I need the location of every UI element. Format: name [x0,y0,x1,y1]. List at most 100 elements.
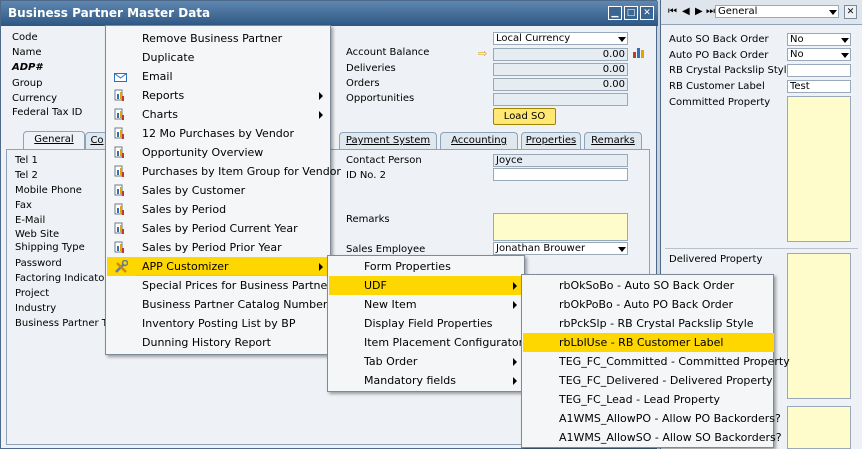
lead-property-field[interactable] [787,406,851,449]
sales-employee-select[interactable]: Jonathan Brouwer [493,242,628,255]
menu-item-sales-by-period-prior-year[interactable]: Sales by Period Prior Year [107,238,331,257]
bp-type-label: Business Partner Typ [15,318,119,329]
udf-item-a1wms-allowso-allow-so-backorders[interactable]: A1WMS_AllowSO - Allow SO Backorders? [523,428,782,447]
tab-payment-label: Payment System [345,135,431,146]
menu-item-app-customizer[interactable]: APP Customizer [107,257,331,276]
maximize-button[interactable]: □ [624,6,638,20]
udf-item-label: rbOkPoBo - Auto PO Back Order [559,298,734,311]
customizer-item-label: Form Properties [364,260,451,273]
menu-item-inventory-posting-list-by-bp[interactable]: Inventory Posting List by BP [107,314,331,333]
menu-item-business-partner-catalog-numbers[interactable]: Business Partner Catalog Numbers [107,295,333,314]
auto-so-select[interactable]: No [787,33,851,46]
auto-po-label: Auto PO Back Order [669,50,769,61]
customizer-item-label: Item Placement Configurator [364,336,524,349]
tab-contact-label: Co [90,135,104,146]
title-bar[interactable]: Business Partner Master Data ▁ □ ✕ [1,1,658,26]
tab-accounting[interactable]: Accounting [440,132,518,149]
udf-item-teg-fc-lead-lead-property[interactable]: TEG_FC_Lead - Lead Property [523,390,774,409]
udf-item-label: rbPckSlp - RB Crystal Packslip Style [559,317,754,330]
remarks-field[interactable] [493,213,628,241]
udf-item-rbpckslp-rb-crystal-packslip-style[interactable]: rbPckSlp - RB Crystal Packslip Style [523,314,774,333]
customizer-item-form-properties[interactable]: Form Properties [329,257,525,276]
crystal-packslip-field[interactable] [787,64,851,77]
udf-category-select[interactable]: General [715,5,839,18]
tab-general-label: General [34,134,74,145]
menu-item-dunning-history-report[interactable]: Dunning History Report [107,333,331,352]
udf-item-rboksobo-auto-so-back-order[interactable]: rbOkSoBo - Auto SO Back Order [523,276,774,295]
email-label: E-Mail [15,215,46,226]
tab-remarks-label: Remarks [591,135,635,146]
udf-item-a1wms-allowpo-allow-po-backorders[interactable]: A1WMS_AllowPO - Allow PO Backorders? [523,409,781,428]
chart-icon[interactable] [632,45,646,59]
next-record-icon[interactable]: ▶ [695,6,703,17]
udf-item-rbokpobo-auto-po-back-order[interactable]: rbOkPoBo - Auto PO Back Order [523,295,774,314]
last-record-icon[interactable]: ⏭ [706,6,715,17]
orders-field: 0.00 [493,78,628,91]
tab-properties[interactable]: Properties [521,132,581,149]
udf-item-label: rbLblUse - RB Customer Label [559,336,724,349]
panel-close-icon[interactable]: ✕ [844,5,857,19]
menu-item-charts[interactable]: Charts [107,105,331,124]
menu-item-label: Inventory Posting List by BP [142,317,296,330]
udf-item-label: rbOkSoBo - Auto SO Back Order [559,279,735,292]
customizer-item-label: Mandatory fields [364,374,456,387]
tab-general[interactable]: General [23,131,85,150]
menu-item-remove-business-partner[interactable]: Remove Business Partner [107,29,331,48]
customizer-item-mandatory-fields[interactable]: Mandatory fields [329,371,525,390]
customizer-item-display-field-properties[interactable]: Display Field Properties [329,314,525,333]
udf-item-teg-fc-delivered-delivered-property[interactable]: TEG_FC_Delivered - Delivered Property [523,371,774,390]
minimize-button[interactable]: ▁ [608,6,622,20]
customizer-item-item-placement-configurator[interactable]: Item Placement Configurator [329,333,525,352]
menu-item-sales-by-customer[interactable]: Sales by Customer [107,181,331,200]
menu-item-12-mo-purchases-by-vendor[interactable]: 12 Mo Purchases by Vendor [107,124,331,143]
auto-so-value: No [790,34,804,45]
customizer-item-udf[interactable]: UDF [329,276,525,295]
id-no-2-field[interactable] [493,168,628,181]
close-button[interactable]: ✕ [640,6,654,20]
menu-item-reports[interactable]: Reports [107,86,331,105]
dropdown-arrow-icon [618,37,626,42]
customizer-item-tab-order[interactable]: Tab Order [329,352,525,371]
udf-item-label: A1WMS_AllowPO - Allow PO Backorders? [559,412,781,425]
menu-item-sales-by-period-current-year[interactable]: Sales by Period Current Year [107,219,331,238]
tab-remarks[interactable]: Remarks [584,132,642,149]
contact-person-label: Contact Person [346,155,422,166]
udf-item-label: TEG_FC_Committed - Committed Property [559,355,790,368]
adp-label: ADP# [12,62,43,73]
customizer-item-label: New Item [364,298,417,311]
contact-person-field[interactable]: Joyce [493,154,628,167]
udf-submenu: rbOkSoBo - Auto SO Back Order rbOkPoBo - … [521,274,790,448]
currency-select[interactable]: Local Currency [493,32,628,45]
menu-item-email[interactable]: Email [107,67,331,86]
menu-item-special-prices-for-business-partners[interactable]: Special Prices for Business Partners [107,276,338,295]
app-customizer-submenu: Form Properties UDF New Item Display Field … [327,255,525,392]
report-icon [114,146,125,159]
menu-item-sales-by-period[interactable]: Sales by Period [107,200,331,219]
udf-item-teg-fc-committed-committed-property[interactable]: TEG_FC_Committed - Committed Property [523,352,790,371]
link-arrow-icon[interactable]: ⇨ [478,47,487,60]
customer-label-label: RB Customer Label [669,81,765,92]
context-menu: Remove Business Partner Duplicate Email Rep… [105,25,341,355]
delivered-property-label: Delivered Property [669,254,763,265]
previous-record-icon[interactable]: ◀ [682,6,690,17]
menu-item-label: Special Prices for Business Partners [142,279,338,292]
load-so-button[interactable]: Load SO [493,108,556,125]
auto-so-label: Auto SO Back Order [669,34,769,45]
tab-payment-system[interactable]: Payment System [339,132,437,149]
customizer-item-new-item[interactable]: New Item [329,295,525,314]
menu-item-purchases-by-item-group-for-vendor[interactable]: Purchases by Item Group for Vendor [107,162,341,181]
udf-item-rblbluse-rb-customer-label[interactable]: rbLblUse - RB Customer Label [523,333,774,352]
tel2-label: Tel 2 [15,170,38,181]
report-icon [114,108,125,121]
dropdown-arrow-icon [841,53,849,58]
delivered-property-field[interactable] [787,253,851,399]
submenu-arrow-icon [513,377,517,385]
menu-item-label: Sales by Customer [142,184,246,197]
project-label: Project [15,288,50,299]
customer-label-field[interactable]: Test [787,80,851,93]
menu-item-duplicate[interactable]: Duplicate [107,48,331,67]
menu-item-opportunity-overview[interactable]: Opportunity Overview [107,143,331,162]
auto-po-select[interactable]: No [787,48,851,61]
first-record-icon[interactable]: ⏮ [668,6,677,17]
committed-property-field[interactable] [787,96,851,242]
